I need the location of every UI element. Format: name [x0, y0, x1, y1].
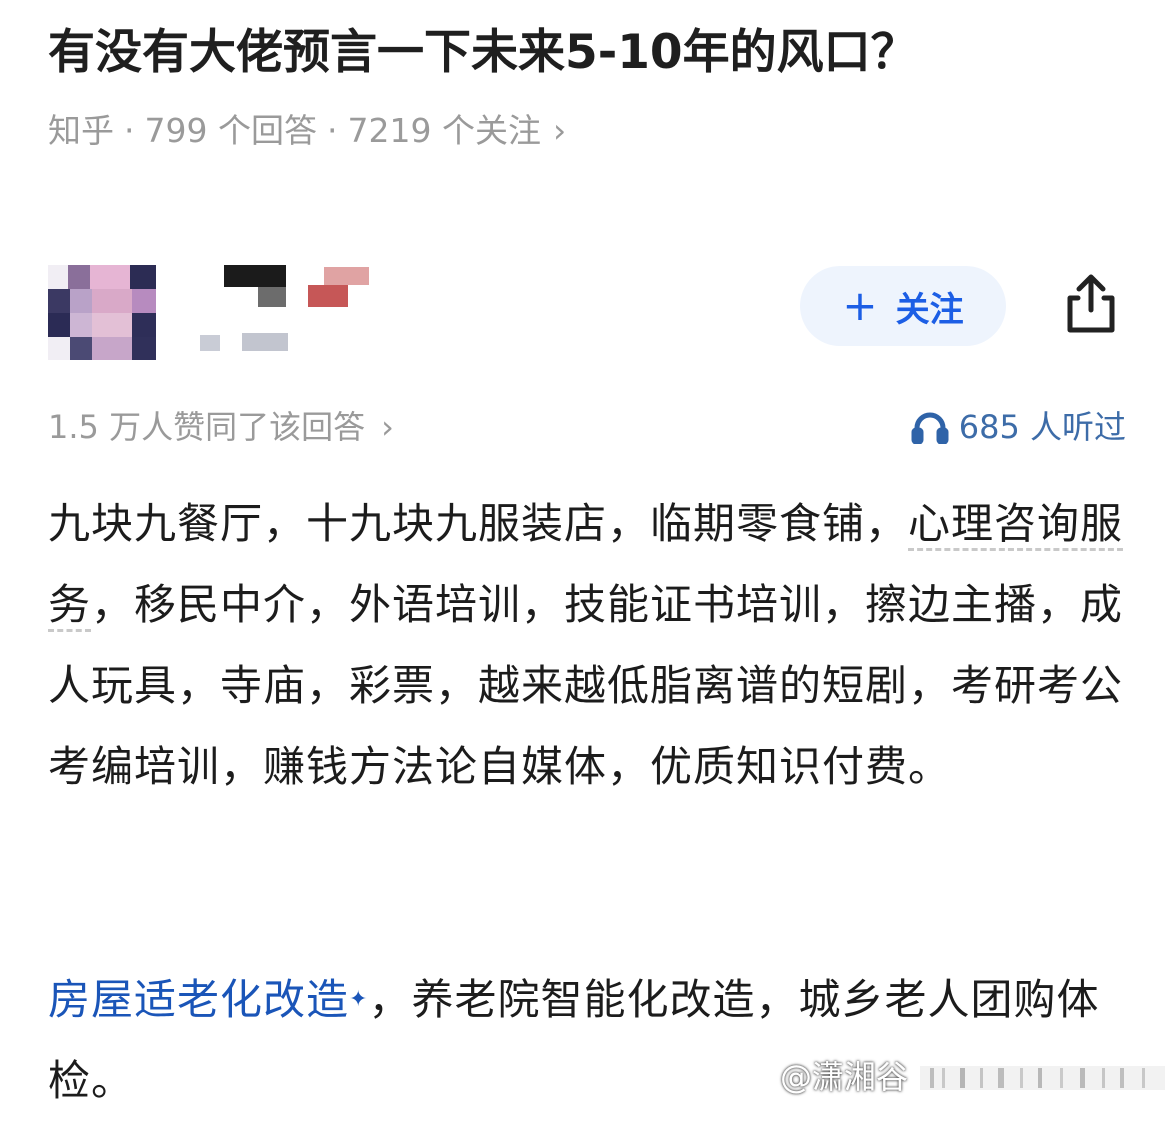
source-label: 知乎 [48, 111, 114, 150]
answer-count: 799 个回答 [144, 111, 317, 150]
follow-count: 7219 个关注 [347, 111, 541, 150]
sparkle-icon: ✦ [349, 987, 369, 1012]
question-title[interactable]: 有没有大佬预言一下未来5-10年的风口？ [48, 18, 1138, 88]
avatar[interactable] [48, 265, 156, 360]
question-meta[interactable]: 知乎 · 799 个回答 · 7219 个关注 › [48, 106, 566, 156]
listen-count[interactable]: 685 人听过 [911, 402, 1126, 452]
share-icon[interactable] [1058, 270, 1124, 336]
chevron-right-icon: › [381, 408, 394, 446]
author-name-redacted[interactable] [196, 265, 376, 355]
likes-summary[interactable]: 1.5 万人赞同了该回答 › [48, 402, 394, 452]
follow-button-label: 关注 [895, 289, 964, 330]
watermark-barcode [920, 1062, 1165, 1094]
follow-button[interactable]: + 关注 [800, 266, 1006, 346]
answer-paragraph-2: 房屋适老化改造✦，养老院智能化改造，城乡老人团购体检。 [48, 975, 1100, 1105]
listen-count-label: 685 人听过 [958, 408, 1126, 446]
answer-paragraph-1: 九块九餐厅，十九块九服装店，临期零食铺，心理咨询服务，移民中介，外语培训，技能证… [48, 499, 1124, 791]
chevron-right-icon: › [552, 111, 567, 150]
watermark: @潇湘谷 [780, 1058, 909, 1096]
headphone-icon [911, 412, 949, 444]
plus-icon: + [842, 281, 878, 330]
likes-count: 1.5 万人赞同了该回答 [48, 408, 366, 446]
keyword-link-aging-renovation[interactable]: 房屋适老化改造 [48, 975, 349, 1024]
